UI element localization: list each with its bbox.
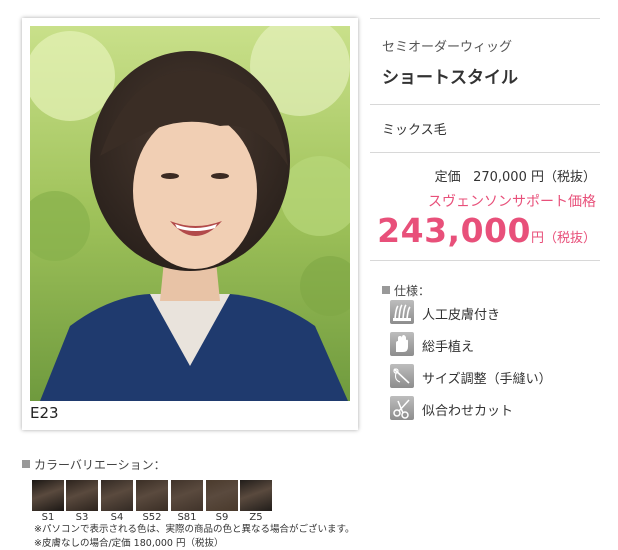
divider (370, 104, 600, 105)
color-disclaimer-note: ※パソコンで表示される色は、実際の商品の色と異なる場合がございます。 (34, 524, 355, 535)
product-title: ショートスタイル (382, 68, 518, 88)
support-price-unit: 円（税抜） (530, 231, 596, 246)
color-variations: カラーバリエーション： S1 S3 S4 S52 S81 S9 Z5 ※パソコン… (22, 456, 582, 549)
spec-item-label: サイズ調整（手縫い） (422, 372, 552, 387)
product-code: E23 (30, 404, 59, 422)
spec-section: 仕様： 人工皮膚付き 総手植え サイズ調整（手縫い） 似合わせカット (382, 282, 602, 420)
spec-item-label: 人工皮膚付き (422, 308, 501, 323)
color-swatch-s1[interactable] (32, 480, 64, 511)
support-price: 243,000 (377, 211, 531, 250)
color-swatch-s52[interactable] (136, 480, 168, 511)
product-info: セミオーダーウィッグ ショートスタイル ミックス毛 定価 270,000 円（税… (370, 18, 600, 261)
list-price-label: 定価 (434, 170, 461, 185)
scissors-icon (390, 396, 414, 420)
support-price-label: スヴェンソンサポート価格 (428, 194, 596, 210)
spec-item-label: 似合わせカット (422, 404, 514, 419)
product-photo (30, 26, 350, 401)
bullet-square-icon (22, 460, 30, 468)
color-swatch-s9[interactable] (206, 480, 238, 511)
color-swatch-s4[interactable] (101, 480, 133, 511)
list-price-row: 定価 270,000 円（税抜） (370, 166, 600, 185)
color-swatch-z5[interactable] (240, 480, 272, 511)
spec-heading: 仕様： (382, 282, 602, 299)
divider (370, 260, 600, 261)
divider (370, 152, 600, 153)
support-price-row: 243,000円（税抜） (370, 211, 600, 250)
spec-item-label: 総手植え (422, 340, 475, 355)
color-swatch-s81[interactable] (171, 480, 203, 511)
no-skin-price-note: ※皮膚なしの場合/定価 180,000 円（税抜） (34, 538, 224, 549)
hair-type: ミックス毛 (382, 123, 447, 138)
color-swatch-s3[interactable] (66, 480, 98, 511)
color-variations-heading: カラーバリエーション： (22, 456, 582, 473)
divider (370, 18, 600, 19)
list-price: 270,000 円（税抜） (473, 170, 596, 185)
hand-tied-icon (390, 332, 414, 356)
bullet-square-icon (382, 286, 390, 294)
product-photo-card: E23 (22, 18, 358, 430)
sewing-needle-icon (390, 364, 414, 388)
product-subtitle: セミオーダーウィッグ (382, 40, 513, 55)
artificial-skin-icon (390, 300, 414, 324)
